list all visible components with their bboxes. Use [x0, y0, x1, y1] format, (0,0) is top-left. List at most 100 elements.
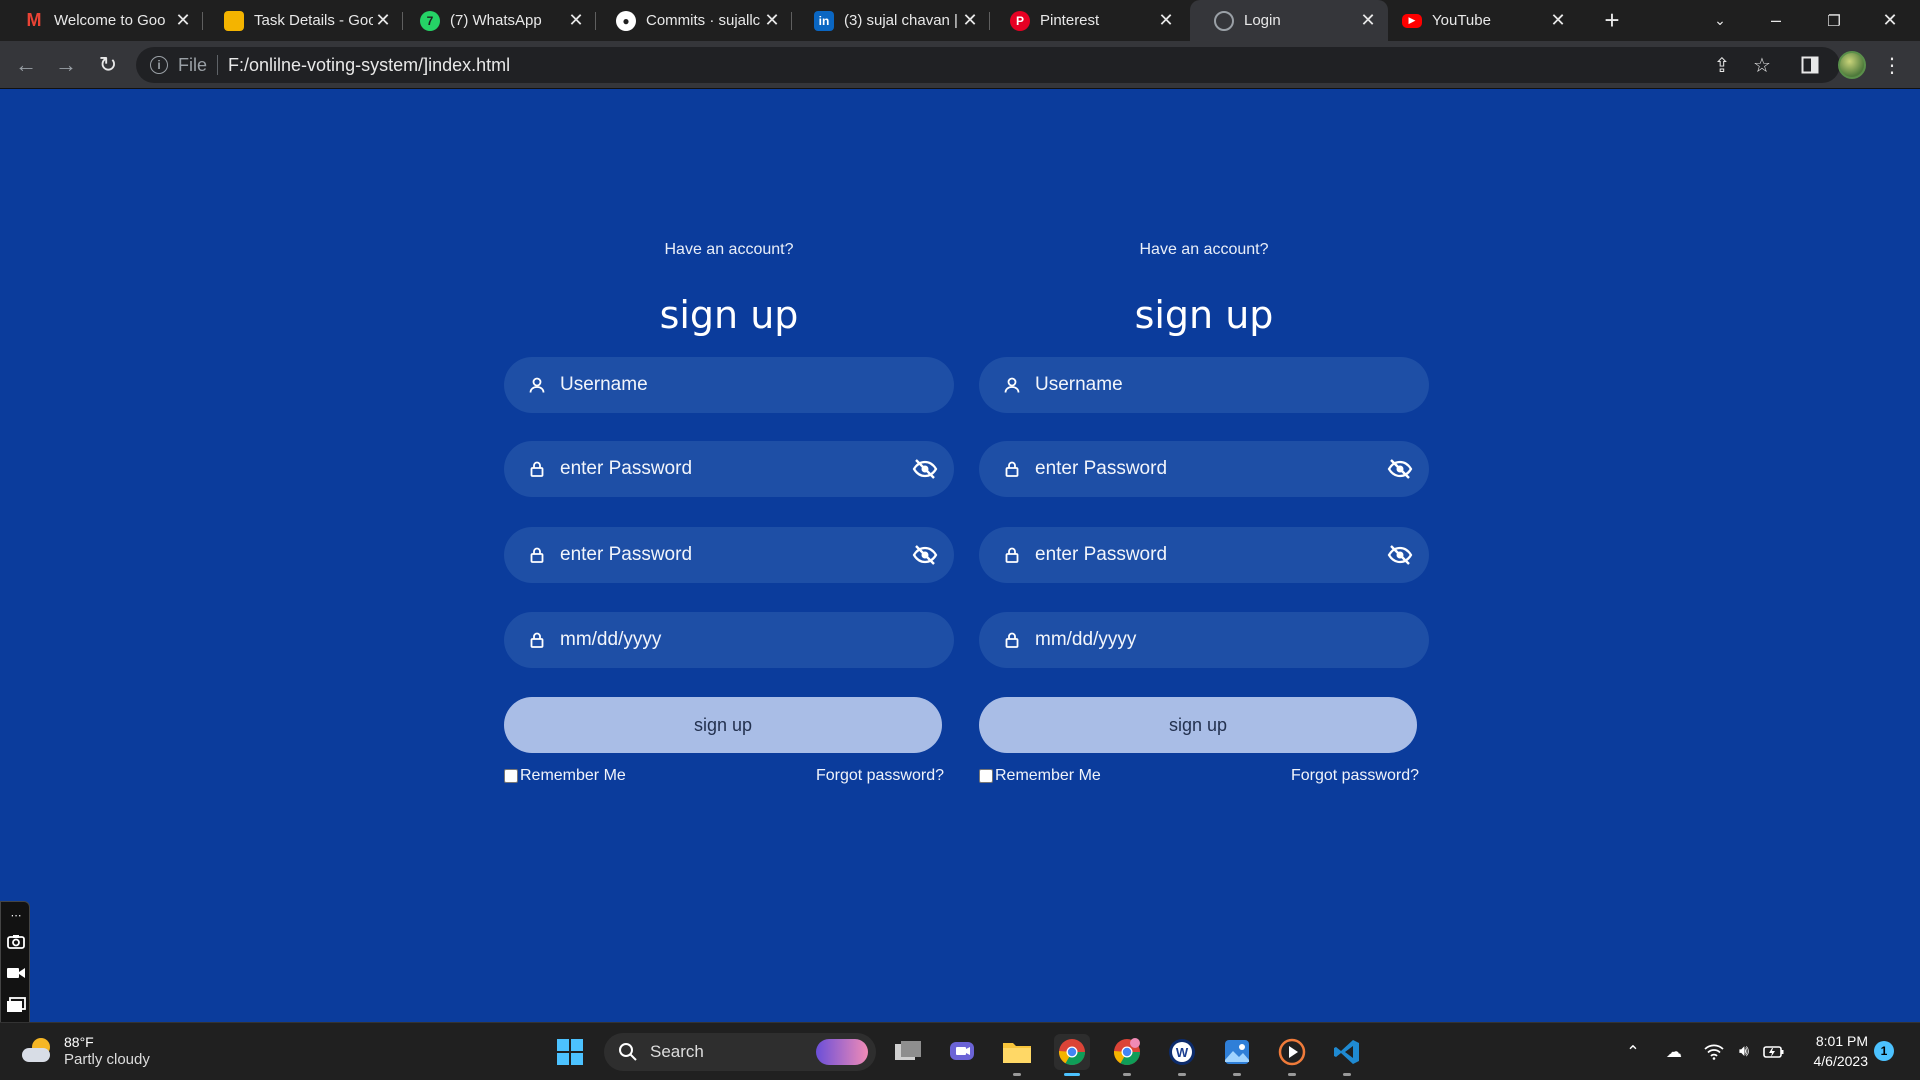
- password-field[interactable]: enter Password: [504, 441, 954, 497]
- signup-button[interactable]: sign up: [504, 697, 942, 753]
- tab-title: Commits · sujallc: [646, 12, 761, 29]
- confirm-password-placeholder: enter Password: [560, 544, 693, 565]
- file-explorer-icon[interactable]: [999, 1034, 1035, 1076]
- eye-slash-icon[interactable]: [912, 457, 938, 481]
- lock-icon: [1005, 461, 1019, 477]
- back-button[interactable]: ←: [10, 49, 42, 81]
- tab-youtube[interactable]: ▶ YouTube ✕: [1378, 0, 1578, 41]
- page-content: Have an account? sign up Username enter …: [0, 89, 1920, 1057]
- pin-icon[interactable]: ⋯: [5, 904, 27, 926]
- clock-date: 4/6/2023: [1813, 1053, 1869, 1069]
- share-icon[interactable]: ⇪: [1708, 51, 1736, 79]
- close-icon[interactable]: ✕: [173, 10, 193, 31]
- lock-icon: [1005, 547, 1019, 563]
- tab-search-chevron-icon[interactable]: ⌄: [1692, 0, 1748, 41]
- side-panel-icon[interactable]: [1796, 51, 1824, 79]
- tab-linkedin[interactable]: in (3) sujal chavan | l ✕: [790, 0, 990, 41]
- windows-icon[interactable]: [5, 994, 27, 1016]
- remember-me-checkbox[interactable]: [979, 769, 993, 783]
- notification-badge[interactable]: 1: [1874, 1041, 1894, 1061]
- lock-icon: [530, 547, 544, 563]
- eye-slash-icon[interactable]: [1387, 543, 1413, 567]
- menu-kebab-icon[interactable]: ⋮: [1878, 51, 1906, 79]
- camera-icon[interactable]: [5, 930, 27, 952]
- tab-login[interactable]: Login ✕: [1190, 0, 1388, 41]
- tab-task-details[interactable]: Task Details - Goo ✕: [200, 0, 403, 41]
- signup-button[interactable]: sign up: [979, 697, 1417, 753]
- onedrive-cloud-icon[interactable]: ☁: [1662, 1040, 1686, 1064]
- address-scheme: File: [178, 54, 208, 75]
- slides-icon: [224, 10, 244, 31]
- tab-title: Welcome to Goo: [54, 12, 166, 29]
- restore-button[interactable]: ❐: [1806, 0, 1862, 41]
- clock-time: 8:01 PM: [1815, 1033, 1868, 1049]
- tab-whatsapp[interactable]: 7 (7) WhatsApp ✕: [396, 0, 596, 41]
- teams-chat-icon[interactable]: [944, 1034, 980, 1070]
- task-view-icon[interactable]: [890, 1034, 926, 1070]
- password-field[interactable]: enter Password: [979, 441, 1429, 497]
- chrome-icon[interactable]: [1054, 1034, 1090, 1076]
- close-icon[interactable]: ✕: [1548, 10, 1568, 31]
- start-button[interactable]: [552, 1034, 588, 1070]
- media-player-icon[interactable]: [1274, 1034, 1310, 1076]
- form-title: sign up: [659, 293, 799, 337]
- photos-app-icon[interactable]: [1219, 1034, 1255, 1076]
- svg-text:W: W: [1176, 1045, 1189, 1060]
- confirm-password-field[interactable]: enter Password: [979, 527, 1429, 583]
- lock-icon: [530, 632, 544, 648]
- forward-button[interactable]: →: [50, 49, 82, 81]
- battery-icon[interactable]: [1762, 1040, 1786, 1064]
- form-title: sign up: [1134, 293, 1274, 337]
- username-field[interactable]: Username: [979, 357, 1429, 413]
- chrome-profile-icon[interactable]: [1109, 1034, 1145, 1076]
- date-placeholder: mm/dd/yyyy: [1035, 629, 1137, 650]
- gmail-icon: M: [26, 10, 42, 30]
- github-icon: ●: [616, 10, 636, 31]
- tab-title: (7) WhatsApp: [450, 12, 542, 29]
- close-icon[interactable]: ✕: [1358, 10, 1378, 31]
- date-placeholder: mm/dd/yyyy: [560, 629, 662, 650]
- date-field[interactable]: mm/dd/yyyy: [979, 612, 1429, 668]
- info-icon[interactable]: i: [150, 56, 168, 74]
- taskbar-search[interactable]: Search: [604, 1033, 876, 1071]
- close-icon[interactable]: ✕: [1156, 10, 1176, 31]
- tab-gmail[interactable]: M Welcome to Goo ✕: [0, 0, 203, 41]
- profile-avatar[interactable]: [1838, 51, 1866, 79]
- taskbar-clock[interactable]: 8:01 PM 4/6/2023: [1798, 1031, 1869, 1071]
- whatsapp-icon: 7: [420, 10, 440, 31]
- close-icon[interactable]: ✕: [960, 10, 980, 31]
- username-field[interactable]: Username: [504, 357, 954, 413]
- user-icon: [1004, 377, 1020, 393]
- volume-icon[interactable]: 🔊︎: [1732, 1040, 1756, 1064]
- video-camera-icon[interactable]: [5, 962, 27, 984]
- address-bar[interactable]: i File F:/onlilne-voting-system/]index.h…: [136, 47, 1840, 83]
- confirm-password-field[interactable]: enter Password: [504, 527, 954, 583]
- eye-slash-icon[interactable]: [1387, 457, 1413, 481]
- word-app-icon[interactable]: W: [1164, 1034, 1200, 1076]
- reload-button[interactable]: ↻: [92, 49, 124, 81]
- search-label: Search: [650, 1042, 704, 1061]
- remember-me-checkbox[interactable]: [504, 769, 518, 783]
- windows-taskbar: 88°F Partly cloudy Search W ⌃ ☁ 🔊︎ 8:01 …: [0, 1022, 1920, 1080]
- forgot-password-link[interactable]: Forgot password?: [816, 767, 944, 785]
- tab-github-commits[interactable]: ● Commits · sujallc ✕: [592, 0, 792, 41]
- bookmark-star-icon[interactable]: ☆: [1748, 51, 1776, 79]
- tab-pinterest[interactable]: P Pinterest ✕: [986, 0, 1186, 41]
- forgot-password-link[interactable]: Forgot password?: [1291, 767, 1419, 785]
- vscode-icon[interactable]: [1329, 1034, 1365, 1076]
- weather-widget[interactable]: 88°F Partly cloudy: [22, 1033, 150, 1069]
- close-icon[interactable]: ✕: [373, 10, 393, 31]
- new-tab-button[interactable]: +: [1598, 6, 1626, 34]
- remember-me-label[interactable]: Remember Me: [995, 767, 1101, 785]
- wifi-icon[interactable]: [1702, 1040, 1726, 1064]
- address-url[interactable]: F:/onlilne-voting-system/]index.html: [228, 55, 510, 76]
- date-field[interactable]: mm/dd/yyyy: [504, 612, 954, 668]
- remember-me-label[interactable]: Remember Me: [520, 767, 626, 785]
- minimize-button[interactable]: –: [1748, 0, 1804, 41]
- eye-slash-icon[interactable]: [912, 543, 938, 567]
- close-icon[interactable]: ✕: [566, 10, 586, 31]
- have-account-text: Have an account?: [664, 241, 794, 258]
- close-window-button[interactable]: ✕: [1862, 0, 1918, 41]
- close-icon[interactable]: ✕: [762, 10, 782, 31]
- show-hidden-icons-chevron-icon[interactable]: ⌃: [1621, 1040, 1645, 1064]
